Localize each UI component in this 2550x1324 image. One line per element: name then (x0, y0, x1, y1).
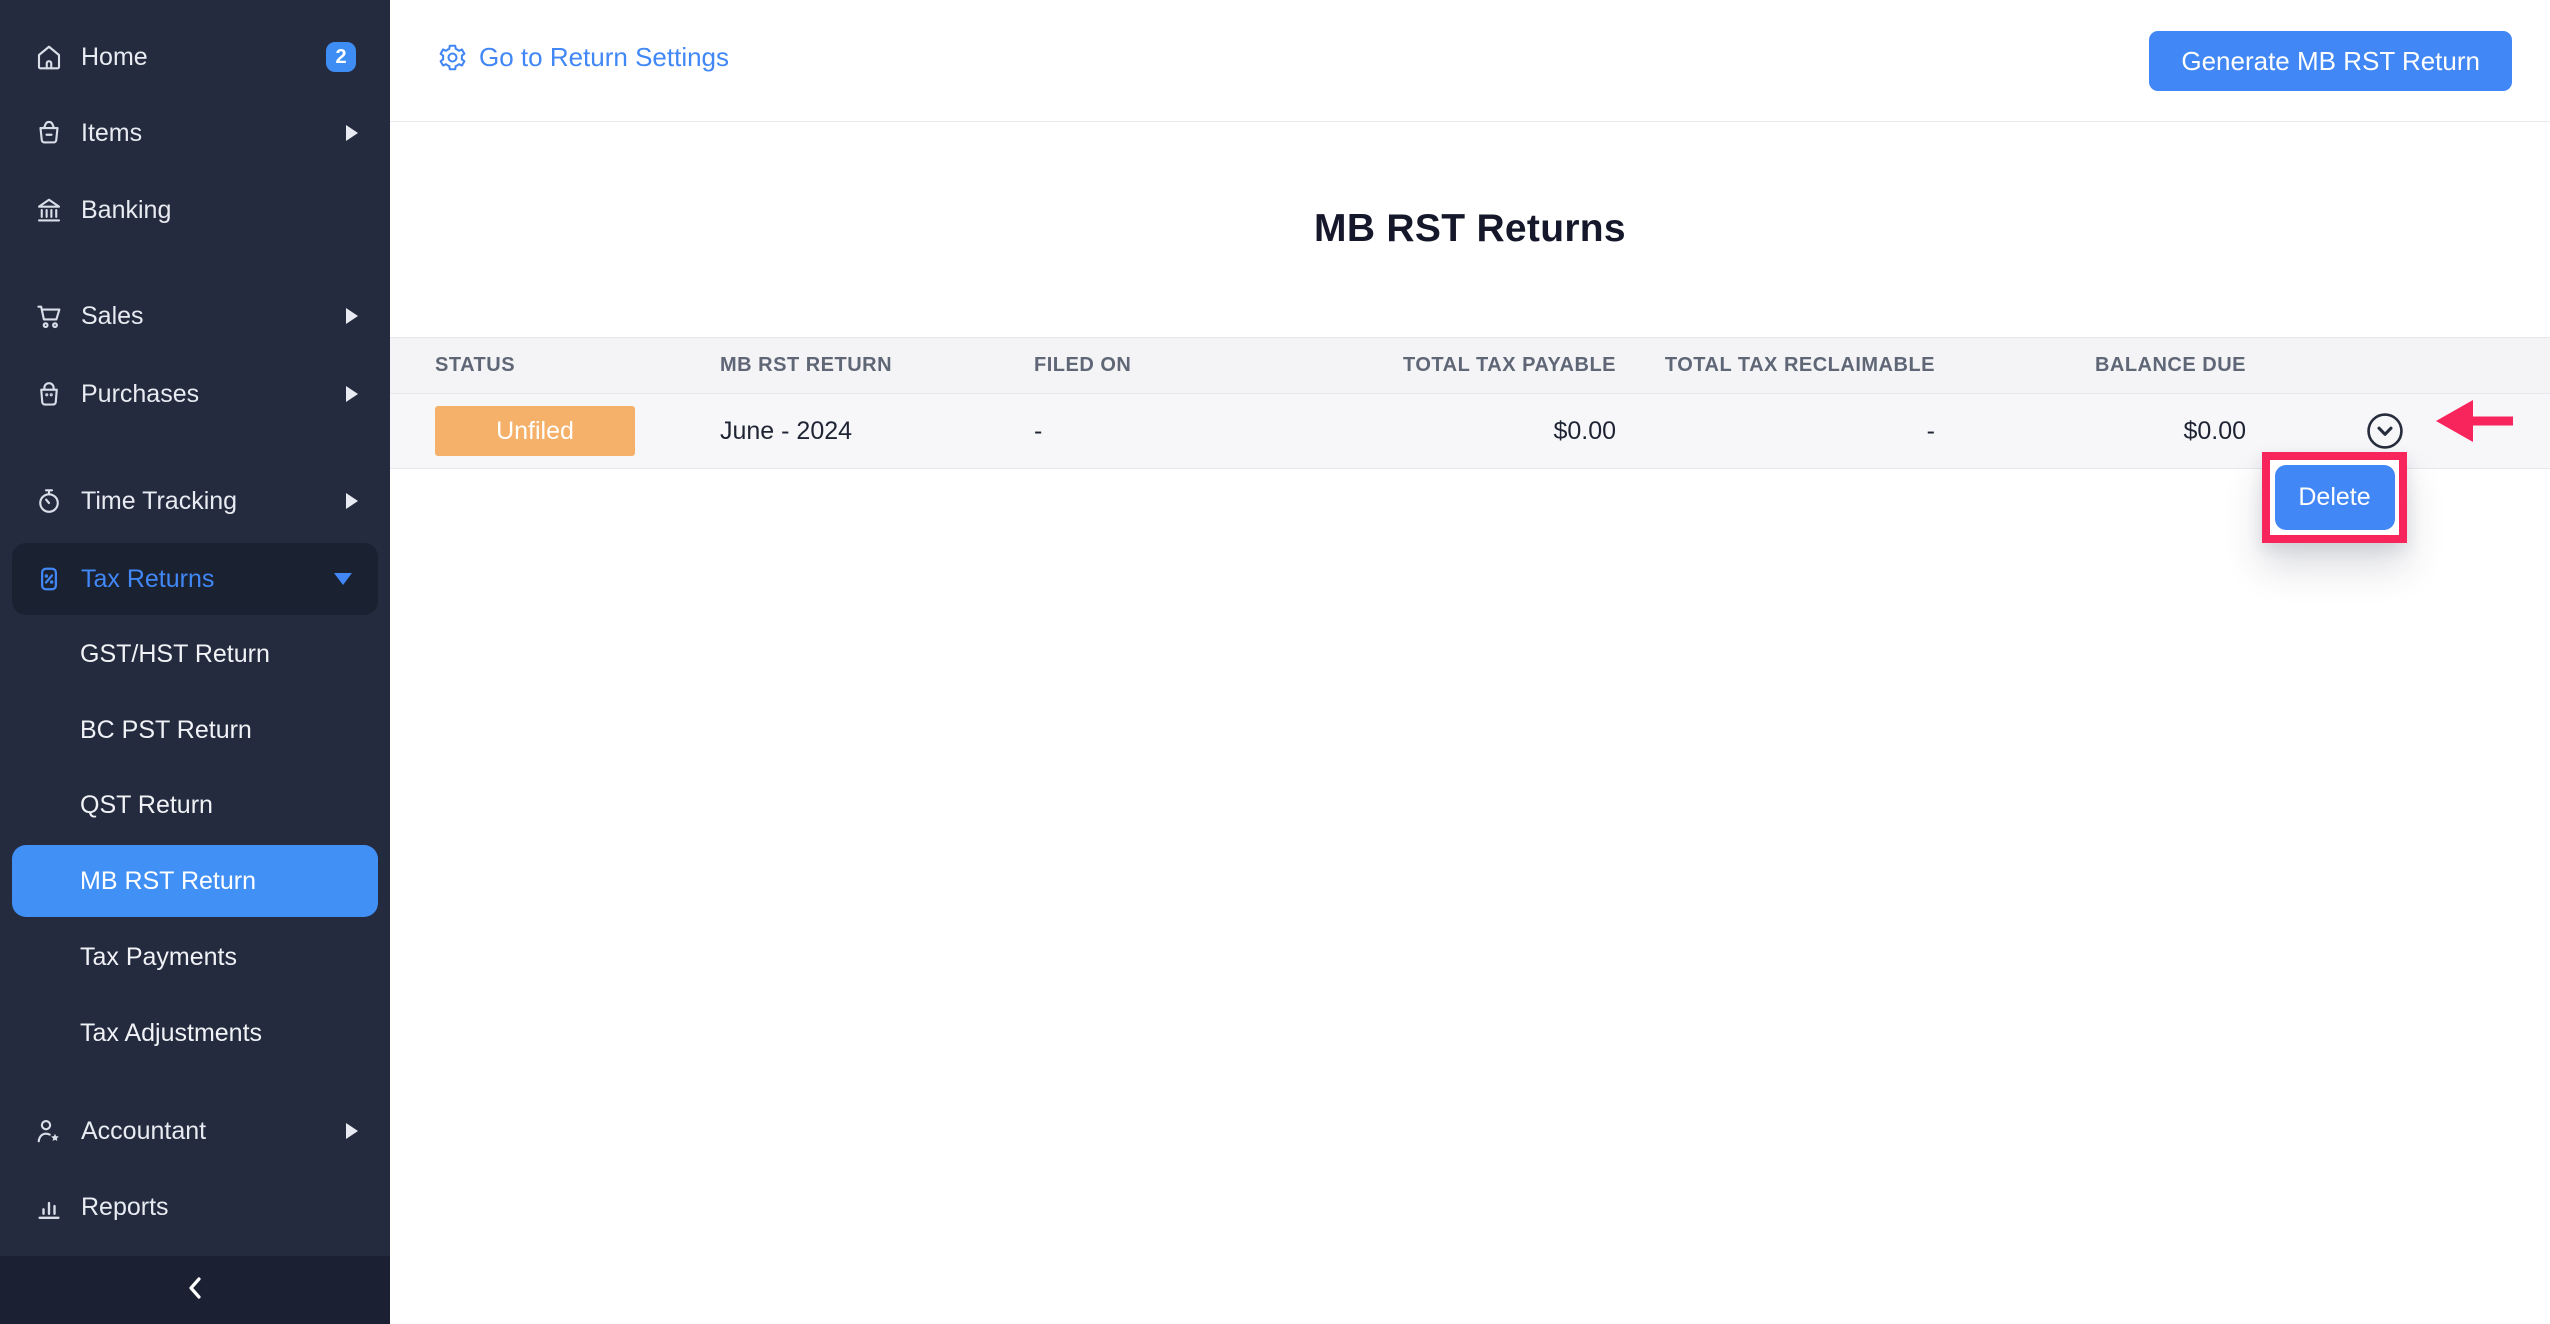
sidebar-subitem-mb-rst-return-selected[interactable]: MB RST Return (12, 845, 378, 917)
generate-mb-rst-return-button[interactable]: Generate MB RST Return (2149, 31, 2512, 91)
cell-total-tax-payable: $0.00 (1290, 417, 1616, 446)
sidebar-item-reports[interactable]: Reports (0, 1179, 390, 1235)
sidebar-subitem-label: BC PST Return (80, 716, 252, 745)
sidebar-subitem-gst-hst-return[interactable]: GST/HST Return (0, 626, 390, 682)
status-badge-unfiled: Unfiled (435, 406, 635, 456)
header-total-tax-reclaimable: TOTAL TAX RECLAIMABLE (1616, 354, 1935, 377)
header-status: STATUS (435, 354, 720, 377)
header-filed-on: FILED ON (1034, 354, 1290, 377)
sidebar-item-label: Banking (81, 196, 171, 225)
main-content: Go to Return Settings Generate MB RST Re… (390, 0, 2550, 1324)
chevron-right-icon (346, 493, 358, 509)
sidebar-item-banking[interactable]: Banking (0, 182, 390, 238)
home-notification-badge: 2 (326, 42, 356, 72)
sidebar-item-sales[interactable]: Sales (0, 288, 390, 344)
header-mb-rst-return: MB RST RETURN (720, 354, 1034, 377)
annotation-arrow-left-icon (2435, 397, 2515, 445)
sidebar-subitem-label: Tax Payments (80, 943, 237, 972)
sidebar-item-tax-returns[interactable]: Tax Returns (12, 543, 378, 615)
sidebar-item-label: Accountant (81, 1117, 206, 1146)
sidebar-item-label: Reports (81, 1193, 169, 1222)
settings-link-label: Go to Return Settings (479, 42, 729, 73)
sidebar-subitem-qst-return[interactable]: QST Return (0, 777, 390, 833)
row-actions-chevron-button[interactable] (2364, 410, 2406, 452)
collapse-chevron-left-icon (184, 1273, 206, 1308)
sidebar-collapse-button[interactable] (0, 1256, 390, 1324)
chevron-right-icon (346, 1123, 358, 1139)
accountant-person-icon (34, 1116, 64, 1146)
sidebar-item-accountant[interactable]: Accountant (0, 1103, 390, 1159)
header-balance-due: BALANCE DUE (1935, 354, 2246, 377)
sidebar-item-home[interactable]: Home 2 (0, 29, 390, 85)
cell-total-tax-reclaimable: - (1616, 417, 1935, 446)
sidebar-item-label: Purchases (81, 380, 199, 409)
purchases-bag-icon (34, 379, 64, 409)
page-title: MB RST Returns (390, 207, 2550, 251)
cell-balance-due: $0.00 (1935, 417, 2246, 446)
sidebar-item-purchases[interactable]: Purchases (0, 366, 390, 422)
cell-return-period: June - 2024 (720, 417, 1034, 446)
gear-icon (437, 42, 468, 73)
sidebar-item-label: Time Tracking (81, 487, 237, 516)
topbar: Go to Return Settings Generate MB RST Re… (390, 0, 2550, 122)
cell-filed-on: - (1034, 417, 1290, 446)
sidebar-subitem-label: QST Return (80, 791, 213, 820)
reports-bar-chart-icon (34, 1192, 64, 1222)
sales-cart-icon (34, 301, 64, 331)
home-icon (34, 42, 64, 72)
sidebar-subitem-bc-pst-return[interactable]: BC PST Return (0, 702, 390, 758)
sidebar-item-items[interactable]: Items (0, 105, 390, 161)
sidebar-subitem-label: Tax Adjustments (80, 1019, 262, 1048)
items-icon (34, 118, 64, 148)
row-actions-menu-annotation-box: Delete (2262, 452, 2407, 543)
banking-icon (34, 195, 64, 225)
sidebar-item-label: Sales (81, 302, 144, 331)
tax-returns-percent-icon (34, 564, 64, 594)
sidebar-subitem-tax-payments[interactable]: Tax Payments (0, 929, 390, 985)
chevron-right-icon (346, 308, 358, 324)
sidebar-subitem-label: MB RST Return (80, 867, 256, 896)
chevron-down-icon (334, 573, 352, 585)
chevron-right-icon (346, 386, 358, 402)
returns-table: STATUS MB RST RETURN FILED ON TOTAL TAX … (390, 337, 2550, 469)
delete-button[interactable]: Delete (2275, 465, 2395, 530)
sidebar-item-label: Tax Returns (81, 565, 214, 594)
sidebar-item-time-tracking[interactable]: Time Tracking (0, 473, 390, 529)
header-total-tax-payable: TOTAL TAX PAYABLE (1290, 354, 1616, 377)
time-tracking-stopwatch-icon (34, 486, 64, 516)
sidebar-subitem-label: GST/HST Return (80, 640, 270, 669)
sidebar-item-label: Items (81, 119, 142, 148)
sidebar: Home 2 Items Banking Sales Purchases Tim… (0, 0, 390, 1324)
sidebar-item-label: Home (81, 43, 148, 72)
table-row[interactable]: Unfiled June - 2024 - $0.00 - $0.00 (390, 394, 2550, 469)
go-to-return-settings-link[interactable]: Go to Return Settings (437, 42, 729, 73)
table-header-row: STATUS MB RST RETURN FILED ON TOTAL TAX … (390, 337, 2550, 394)
chevron-right-icon (346, 125, 358, 141)
sidebar-subitem-tax-adjustments[interactable]: Tax Adjustments (0, 1005, 390, 1061)
